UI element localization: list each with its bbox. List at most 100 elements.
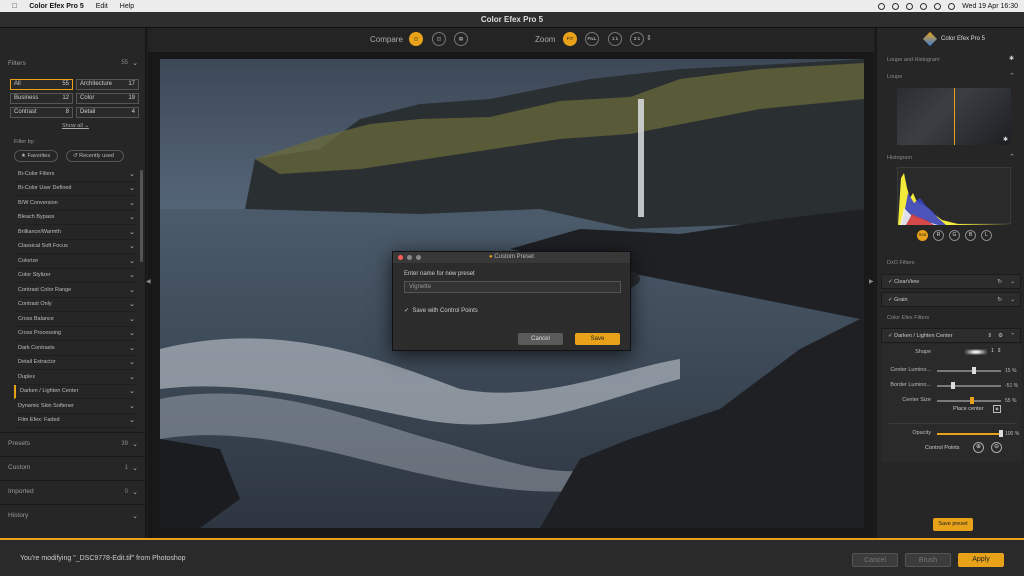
chevron-down-icon[interactable]: ⌄ (132, 59, 138, 67)
tray-icon[interactable] (878, 2, 886, 10)
chevron-down-icon[interactable]: ⌄ (129, 213, 135, 221)
active-filter-row[interactable]: ✓ Darken / Lighten Center ⇕ ⚙ ⌃ (881, 328, 1021, 343)
slider-handle[interactable] (951, 382, 955, 389)
chevron-down-icon[interactable]: ⌄ (132, 512, 138, 520)
chevron-down-icon[interactable]: ⌄ (129, 257, 135, 265)
collapse-left-icon[interactable]: ◀ (146, 278, 151, 285)
recently-used-button[interactable]: ↺ Recently used (66, 150, 124, 162)
category-business[interactable]: Business 12 (10, 93, 73, 104)
chevron-down-icon[interactable]: ⌄ (132, 488, 138, 496)
collapse-right-icon[interactable]: ▶ (869, 278, 874, 285)
apply-button[interactable]: Apply (958, 553, 1004, 567)
preset-name-input[interactable]: Vignette (404, 281, 621, 293)
slider-track[interactable] (937, 400, 1001, 402)
category-architecture[interactable]: Architecture 17 (76, 79, 139, 90)
chevron-down-icon[interactable]: ⌄ (129, 300, 135, 308)
compare-stack-button[interactable]: ▤ (454, 32, 468, 46)
clearview-row[interactable]: ✓ ClearView ↻ ⌄ (881, 274, 1021, 289)
menubar-datetime[interactable]: Wed 19 Apr 16:30 (962, 3, 1018, 10)
filter-row[interactable]: Bleach Bypass ⌄ (14, 211, 138, 225)
filter-row[interactable]: Cross Balance ⌄ (14, 312, 138, 327)
favorites-button[interactable]: ★ Favorites (14, 150, 58, 162)
filter-row[interactable]: Duplex ⌄ (14, 370, 138, 385)
chevron-down-icon[interactable]: ⌄ (129, 242, 135, 250)
histogram-r-button[interactable]: R (933, 230, 944, 241)
filter-row[interactable]: Dark Contrasts ⌄ (14, 341, 138, 356)
pin-icon[interactable]: ✱ (1009, 55, 1014, 62)
filter-row[interactable]: Colorize ⌄ (14, 254, 138, 269)
chevron-down-icon[interactable]: ⌄ (129, 402, 135, 410)
tray-icon[interactable] (920, 2, 928, 10)
chevron-down-icon[interactable]: ⌄ (129, 373, 135, 381)
slider-track[interactable] (937, 370, 1001, 372)
show-all-link[interactable]: Show all ⌄ (62, 123, 89, 129)
zoom-window-icon[interactable] (416, 255, 421, 260)
chevron-down-icon[interactable]: ⌄ (129, 271, 135, 279)
filter-row[interactable]: Detail Extractor ⌄ (14, 356, 138, 370)
filters-scrollbar[interactable] (140, 170, 143, 262)
chevron-down-icon[interactable]: ⌄ (129, 329, 135, 337)
filter-row-active[interactable]: Darken / Lighten Center ⌄ (14, 384, 138, 399)
chevron-down-icon[interactable]: ⌄ (129, 358, 135, 366)
histogram-b-button[interactable]: B (965, 230, 976, 241)
remove-control-point-button[interactable]: ⊖ (991, 442, 1002, 453)
shape-stepper-icon[interactable]: ⇕ (997, 348, 1002, 354)
apple-icon[interactable]:  (12, 3, 17, 10)
chevron-down-icon[interactable]: ⌄ (129, 286, 135, 294)
imported-section[interactable]: Imported 0 ⌄ (0, 480, 146, 502)
dialog-cancel-button[interactable]: Cancel (518, 333, 563, 345)
chevron-down-icon[interactable]: ⌄ (129, 228, 135, 236)
slider-handle[interactable] (972, 367, 977, 374)
chevron-up-icon[interactable]: ⌃ (1009, 153, 1015, 161)
gear-icon[interactable]: ⚙ (998, 333, 1003, 339)
compare-side-button[interactable]: ◫ (432, 32, 446, 46)
filter-row[interactable]: Film Efex: Faded ⌄ (14, 414, 138, 428)
chevron-down-icon[interactable]: ⌄ (129, 184, 135, 192)
checkmark-icon[interactable]: ✓ (888, 279, 893, 285)
chevron-down-icon[interactable]: ⌄ (129, 170, 135, 178)
zoom-2to1-button[interactable]: 2:1 (630, 32, 644, 46)
zoom-fit-button[interactable]: FIT (563, 32, 577, 46)
filter-row[interactable]: Bi-Color User Defined ⌄ (14, 182, 138, 196)
save-preset-button[interactable]: Save preset (933, 518, 973, 531)
save-control-points-checkbox[interactable]: ✓ Save with Control Points (404, 307, 478, 314)
loupe-histogram-header[interactable]: Loupe and Histogram (881, 55, 1021, 66)
stepper-icon[interactable]: ⇕ (987, 333, 992, 339)
zoom-1to1-button[interactable]: 1:1 (608, 32, 622, 46)
filter-row[interactable]: Dynamic Skin Softener ⌄ (14, 399, 138, 414)
dxo-filters-header[interactable]: DxO Filters (881, 258, 1021, 269)
chevron-down-icon[interactable]: ⌄ (1010, 279, 1015, 285)
color-efex-filters-header[interactable]: Color Efex Filters (881, 313, 1021, 324)
grain-row[interactable]: ✓ Grain ↻ ⌄ (881, 292, 1021, 307)
filter-row[interactable]: Contrast Only ⌄ (14, 298, 138, 312)
cancel-button[interactable]: Cancel (852, 553, 898, 567)
histogram-g-button[interactable]: G (949, 230, 960, 241)
reset-icon[interactable]: ↻ (997, 279, 1002, 285)
filter-row[interactable]: Cross Processing ⌄ (14, 327, 138, 341)
filter-row[interactable]: Contrast Color Range ⌄ (14, 283, 138, 298)
chevron-up-icon[interactable]: ⌃ (1010, 333, 1015, 339)
opacity-slider[interactable] (937, 433, 1001, 435)
chevron-down-icon[interactable]: ⌄ (132, 464, 138, 472)
tray-icon[interactable] (892, 2, 900, 10)
checkmark-icon[interactable]: ✓ (888, 297, 893, 303)
menu-app-name[interactable]: Color Efex Pro 5 (29, 3, 83, 10)
chevron-down-icon[interactable]: ⌄ (132, 440, 138, 448)
history-section[interactable]: History ⌄ (0, 504, 146, 526)
pin-icon[interactable]: ✱ (1003, 136, 1008, 143)
filter-row[interactable]: B/W Conversion ⌄ (14, 196, 138, 211)
filter-row[interactable]: Bi-Color Filters ⌄ (14, 167, 138, 182)
wifi-icon[interactable] (934, 2, 942, 10)
chevron-down-icon[interactable]: ⌄ (129, 344, 135, 352)
category-contrast[interactable]: Contrast 8 (10, 107, 73, 118)
histogram-l-button[interactable]: L (981, 230, 992, 241)
add-control-point-button[interactable]: ⊕ (973, 442, 984, 453)
zoom-fill-button[interactable]: FILL (585, 32, 599, 46)
chevron-down-icon[interactable]: ⌄ (1010, 297, 1015, 303)
filter-row[interactable]: Brilliance/Warmth ⌄ (14, 225, 138, 240)
filter-row[interactable]: Classical Soft Focus ⌄ (14, 240, 138, 254)
category-detail[interactable]: Detail 4 (76, 107, 139, 118)
close-window-icon[interactable] (398, 255, 403, 260)
slider-handle[interactable] (970, 397, 975, 404)
dialog-save-button[interactable]: Save (575, 333, 620, 345)
